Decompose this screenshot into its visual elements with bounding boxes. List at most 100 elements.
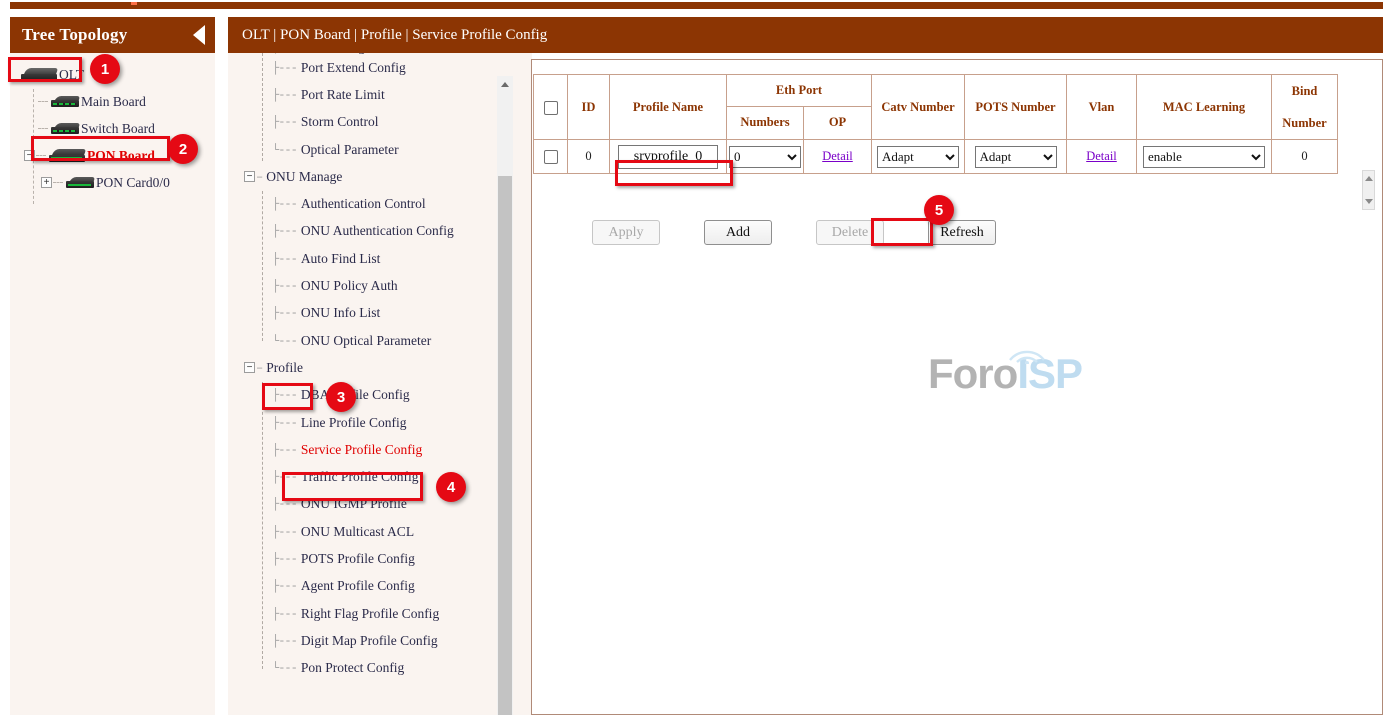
- refresh-button[interactable]: Refresh: [928, 220, 996, 245]
- chevron-down-icon[interactable]: [1365, 199, 1373, 204]
- menu-item-onu-info-list[interactable]: ├---ONU Info List: [244, 300, 532, 327]
- vlan-detail-link[interactable]: Detail: [1086, 149, 1117, 163]
- board-device-icon: [51, 123, 79, 134]
- menu-branch-line: ├---: [272, 306, 297, 320]
- menu-item-label: Port Rate Limit: [301, 87, 385, 103]
- profile-name-header: Profile Name: [610, 75, 727, 140]
- menu-item-onu-igmp-profile[interactable]: ├---ONU IGMP Profile: [244, 491, 532, 518]
- menu-item-label: Right Flag Profile Config: [301, 606, 439, 622]
- menu-item-pots-profile-config[interactable]: ├---POTS Profile Config: [244, 545, 532, 572]
- menu-item-label: ONU Optical Parameter: [301, 333, 431, 349]
- tree-item-switch-board[interactable]: Switch Board: [10, 115, 215, 142]
- menu-branch-line: ├---: [272, 416, 297, 430]
- menu-branch-line: ├---: [272, 525, 297, 539]
- watermark-text-foro: Foro: [928, 350, 1017, 397]
- menu-item-profile[interactable]: −–Profile: [244, 354, 532, 381]
- mac-learning-select[interactable]: enabledisable: [1143, 146, 1265, 168]
- menu-branch-line: ├---: [272, 40, 297, 54]
- menu-item-digit-map-profile-config[interactable]: ├---Digit Map Profile Config: [244, 627, 532, 654]
- menu-branch-line: ├---: [272, 552, 297, 566]
- menu-item-auto-find-list[interactable]: ├---Auto Find List: [244, 245, 532, 272]
- foroisp-watermark: ForoISP: [928, 350, 1088, 410]
- apply-button[interactable]: Apply: [592, 220, 660, 245]
- menu-guide-line: [262, 382, 263, 669]
- catv-number-select[interactable]: Adapt01: [877, 146, 959, 168]
- menu-item-onu-multicast-acl[interactable]: ├---ONU Multicast ACL: [244, 518, 532, 545]
- tree-expander-minus-icon[interactable]: −: [24, 150, 35, 161]
- menu-scroll-area[interactable]: ├---Port Setting├---Port Extend Config├-…: [228, 40, 532, 702]
- table-header-row-1: ID Profile Name Eth Port Catv Number POT…: [534, 75, 1338, 107]
- eth-port-detail-link[interactable]: Detail: [822, 149, 853, 163]
- tree-item-pon-card-0-0[interactable]: + PON Card0/0: [10, 169, 215, 196]
- menu-scrollbar[interactable]: [497, 76, 513, 715]
- menu-branch-line: ├---: [272, 197, 297, 211]
- tree-item-label: PON Board: [87, 148, 155, 164]
- tree-branch-line: [38, 128, 48, 129]
- add-button[interactable]: Add: [704, 220, 772, 245]
- chevron-up-icon[interactable]: [1365, 176, 1373, 181]
- menu-guide-line: [262, 38, 263, 161]
- select-all-header: [534, 75, 568, 140]
- row-vertical-scrollbar[interactable]: [1362, 170, 1375, 210]
- menu-item-line-profile-config[interactable]: ├---Line Profile Config: [244, 409, 532, 436]
- row-catv-number-cell[interactable]: Adapt01: [872, 140, 965, 174]
- menu-item-label: Optical Parameter: [301, 142, 399, 158]
- scroll-up-button[interactable]: [497, 76, 513, 92]
- menu-item-agent-profile-config[interactable]: ├---Agent Profile Config: [244, 573, 532, 600]
- menu-item-storm-control[interactable]: ├---Storm Control: [244, 109, 532, 136]
- row-mac-learning-cell[interactable]: enabledisable: [1137, 140, 1272, 174]
- menu-item-label: ONU Policy Auth: [301, 278, 398, 294]
- menu-branch-line: ├---: [272, 279, 297, 293]
- menu-item-port-extend-config[interactable]: ├---Port Extend Config: [244, 54, 532, 81]
- tree-expander-plus-icon[interactable]: +: [41, 177, 52, 188]
- row-eth-port-numbers-cell[interactable]: 01234: [727, 140, 804, 174]
- eth-port-numbers-select[interactable]: 01234: [729, 146, 801, 168]
- bind-number-header: Bind Number: [1272, 75, 1338, 140]
- menu-item-label: ONU IGMP Profile: [301, 496, 407, 512]
- menu-item-service-profile-config[interactable]: ├---Service Profile Config: [244, 436, 532, 463]
- menu-item-optical-parameter[interactable]: └---Optical Parameter: [244, 136, 532, 163]
- menu-item-label: Traffic Profile Config: [301, 469, 419, 485]
- menu-item-label: Profile: [266, 360, 303, 376]
- menu-item-right-flag-profile-config[interactable]: ├---Right Flag Profile Config: [244, 600, 532, 627]
- row-id: 0: [568, 140, 610, 174]
- delete-button[interactable]: Delete: [816, 220, 884, 245]
- select-all-checkbox[interactable]: [544, 101, 558, 115]
- tree-item-olt[interactable]: OLT: [10, 61, 215, 88]
- row-eth-port-op-cell[interactable]: Detail: [804, 140, 872, 174]
- chevron-up-icon: [501, 82, 509, 87]
- menu-item-authentication-control[interactable]: ├---Authentication Control: [244, 190, 532, 217]
- menu-item-onu-optical-parameter[interactable]: └--- ONU Optical Parameter: [244, 327, 532, 354]
- pon-card-icon: [66, 177, 94, 188]
- menu-expander-minus-icon[interactable]: −: [244, 362, 255, 373]
- tree-branch-line: [38, 101, 48, 102]
- row-checkbox[interactable]: [544, 150, 558, 164]
- menu-expander-minus-icon[interactable]: −: [244, 171, 255, 182]
- menu-item-port-setting[interactable]: ├---Port Setting: [244, 40, 532, 54]
- tree-topology-header: Tree Topology: [10, 17, 215, 53]
- top-accent-dot: [131, 2, 137, 5]
- menu-item-onu-policy-auth[interactable]: ├--- ONU Policy Auth: [244, 272, 532, 299]
- scrollbar-thumb[interactable]: [498, 176, 512, 715]
- triangle-left-icon[interactable]: [193, 25, 205, 45]
- table-row[interactable]: 0 01234 Detail Adapt01: [534, 140, 1338, 174]
- menu-item-label: ONU Authentication Config: [301, 223, 454, 239]
- menu-branch-line: └---: [272, 334, 297, 348]
- menu-item-onu-manage[interactable]: −–ONU Manage: [244, 163, 532, 190]
- profile-name-input[interactable]: [618, 145, 718, 169]
- tree-item-pon-board[interactable]: − PON Board: [10, 142, 215, 169]
- menu-item-pon-protect-config[interactable]: └---Pon Protect Config: [244, 655, 532, 682]
- pots-number-select[interactable]: Adapt01: [975, 146, 1057, 168]
- tree-topology-title: Tree Topology: [22, 25, 127, 45]
- menu-item-traffic-profile-config[interactable]: ├---Traffic Profile Config: [244, 463, 532, 490]
- menu-item-dba-profile-config[interactable]: ├---DBA Profile Config: [244, 382, 532, 409]
- tree-item-main-board[interactable]: Main Board: [10, 88, 215, 115]
- menu-branch-line: ├---: [272, 579, 297, 593]
- row-profile-name-cell[interactable]: [610, 140, 727, 174]
- row-select-cell[interactable]: [534, 140, 568, 174]
- menu-item-port-rate-limit[interactable]: ├---Port Rate Limit: [244, 81, 532, 108]
- menu-item-onu-authentication-config[interactable]: ├---ONU Authentication Config: [244, 218, 532, 245]
- row-vlan-cell[interactable]: Detail: [1067, 140, 1137, 174]
- pots-number-header: POTS Number: [965, 75, 1067, 140]
- row-pots-number-cell[interactable]: Adapt01: [965, 140, 1067, 174]
